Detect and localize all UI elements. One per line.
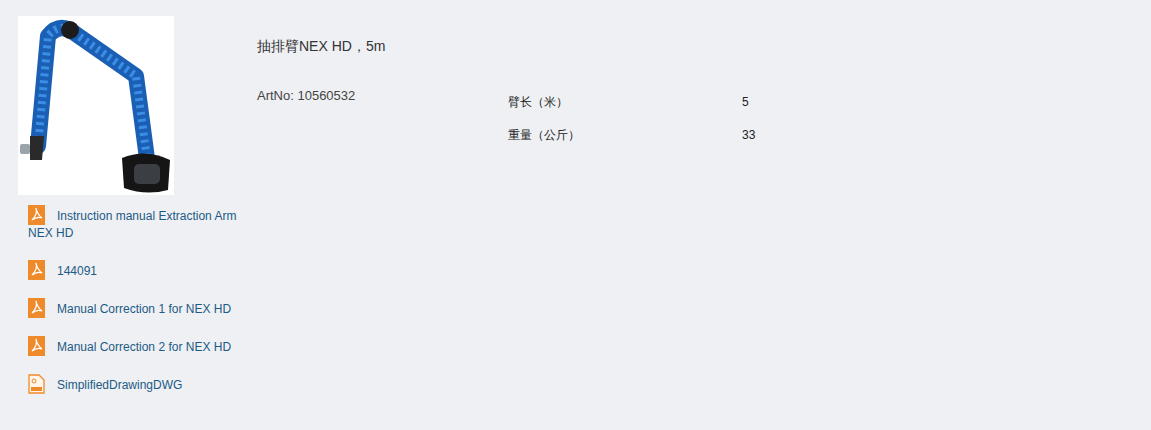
article-number: ArtNo: 10560532 [257, 88, 508, 160]
download-link[interactable]: 144091 [28, 260, 243, 280]
left-column: Instruction manual Extraction Arm NEX HD… [0, 0, 257, 430]
dwg-file-icon [28, 374, 45, 394]
extraction-arm-icon [18, 16, 174, 195]
pdf-icon [28, 260, 45, 280]
spec-value: 5 [742, 94, 749, 127]
spec-value: 33 [742, 127, 755, 160]
spec-label: 臂长（米） [508, 94, 742, 127]
spec-row: 臂长（米）5 [508, 94, 755, 127]
product-details: 抽排臂NEX HD，5m ArtNo: 10560532臂长（米）5重量（公斤）3… [257, 0, 1151, 430]
spec-label: 重量（公斤） [508, 127, 742, 160]
product-title: 抽排臂NEX HD，5m [257, 36, 1151, 56]
info-row: ArtNo: 10560532臂长（米）5重量（公斤）33 [257, 88, 1151, 160]
pdf-icon [28, 336, 45, 356]
download-link[interactable]: Instruction manual Extraction Arm NEX HD [28, 205, 243, 242]
download-link[interactable]: Manual Correction 2 for NEX HD [28, 336, 243, 356]
specs-table: 臂长（米）5重量（公斤）33 [508, 94, 755, 160]
pdf-icon [28, 298, 45, 318]
spec-row: 重量（公斤）33 [508, 127, 755, 160]
product-image[interactable] [18, 16, 174, 195]
download-link[interactable]: SimplifiedDrawingDWG [28, 374, 243, 394]
product-page: Instruction manual Extraction Arm NEX HD… [0, 0, 1151, 430]
downloads-list: Instruction manual Extraction Arm NEX HD… [28, 205, 243, 394]
pdf-icon [28, 205, 45, 225]
download-link[interactable]: Manual Correction 1 for NEX HD [28, 298, 243, 318]
